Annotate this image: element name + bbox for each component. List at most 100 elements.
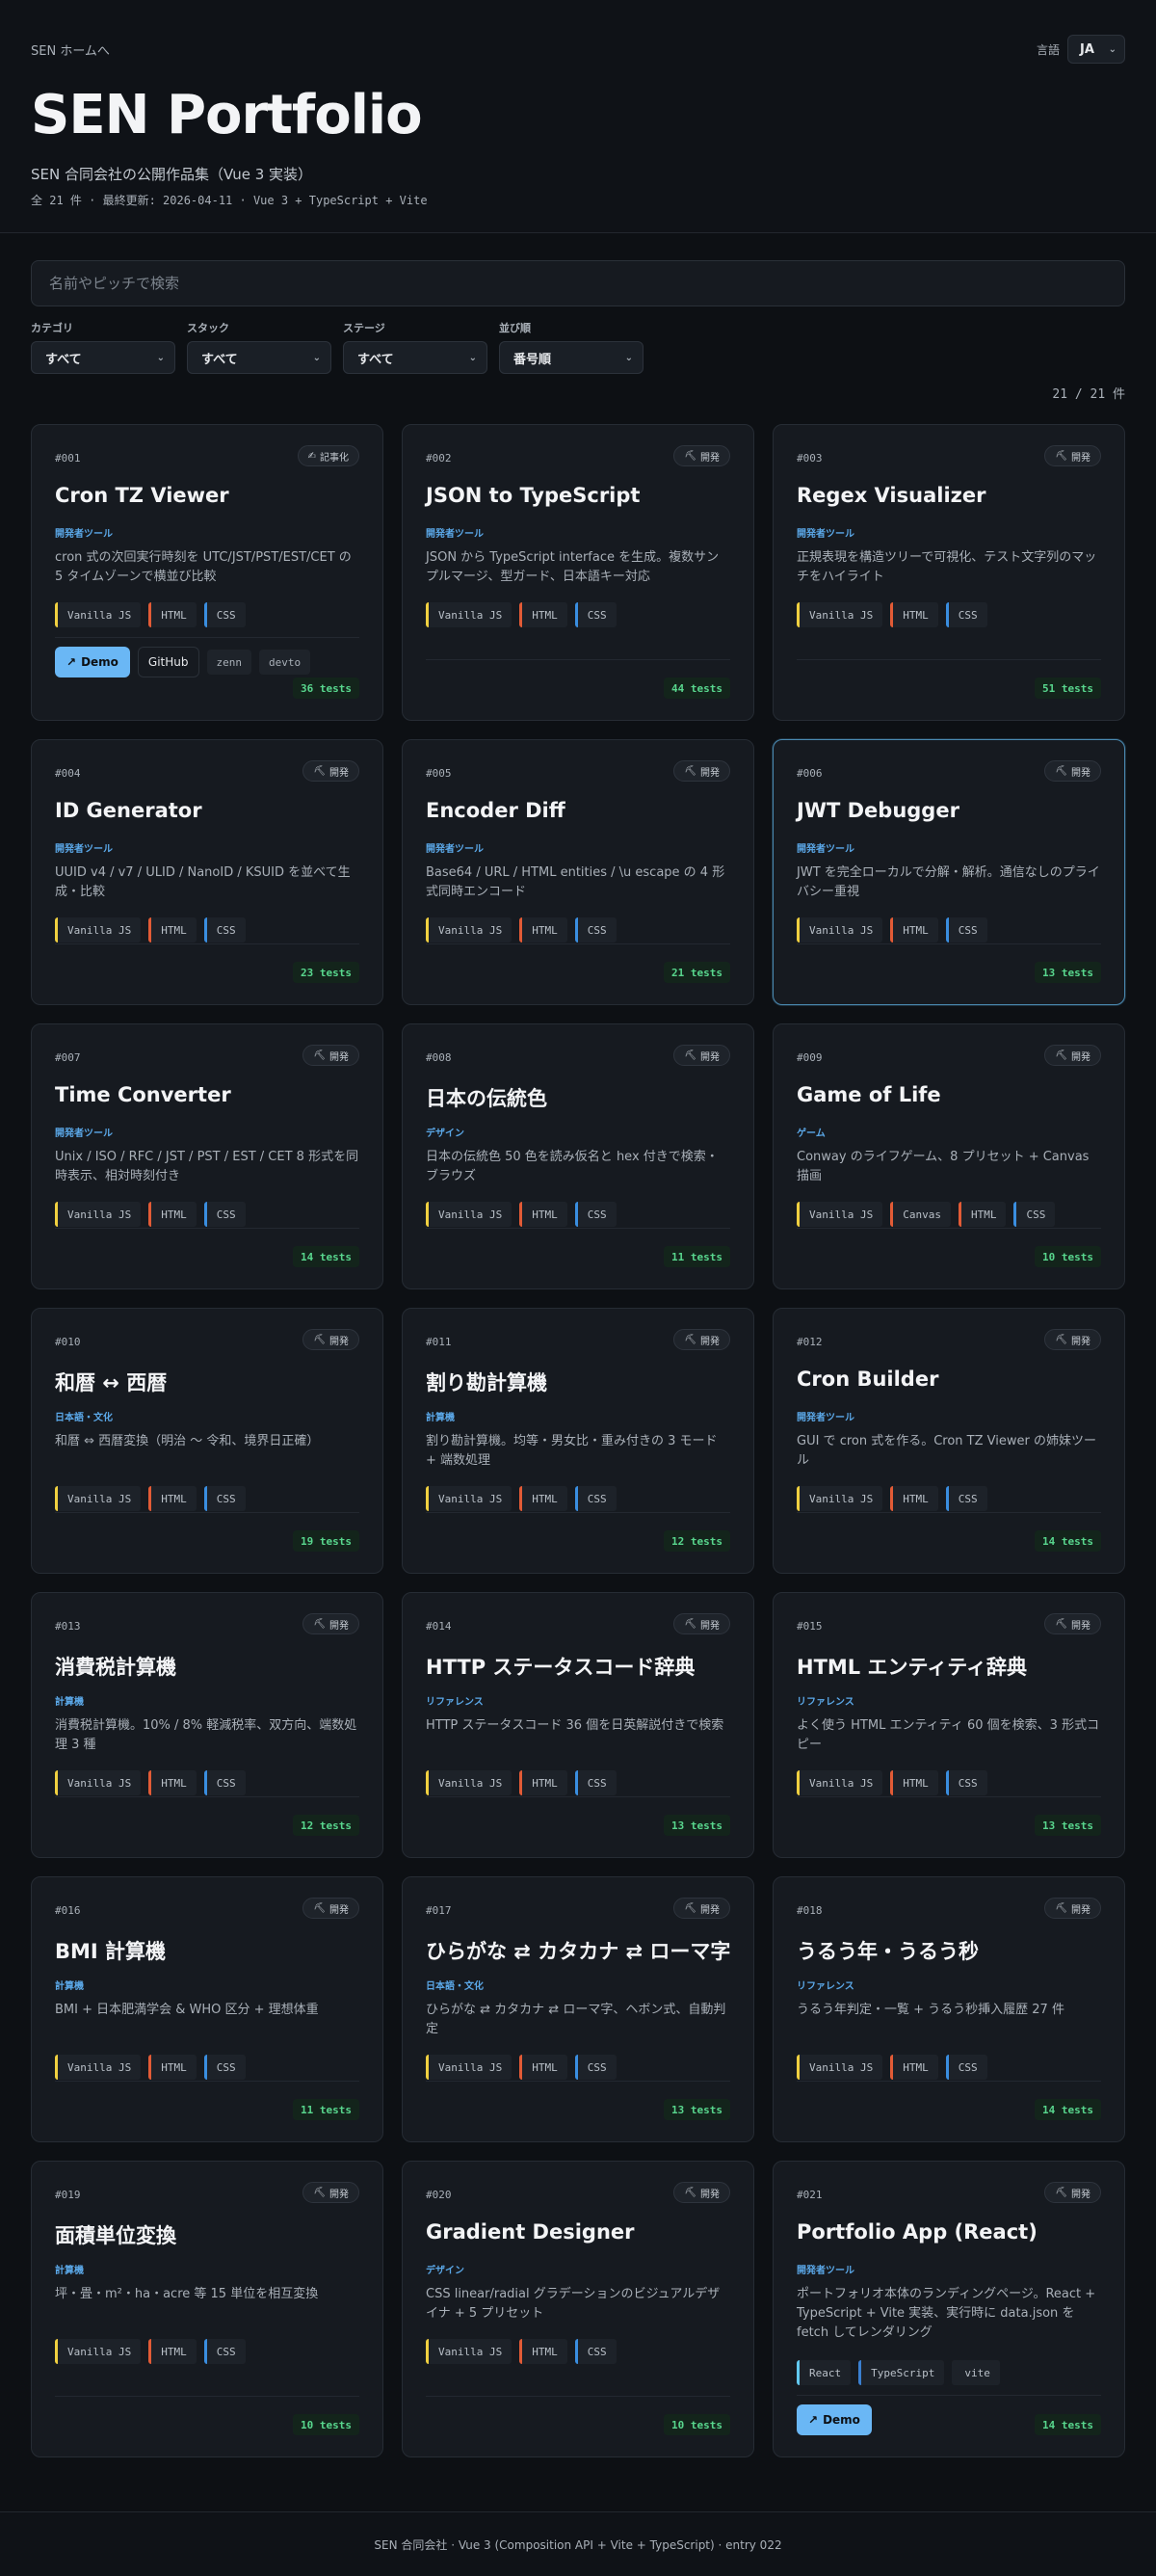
tests-badge: 10 tests (664, 2414, 730, 2435)
tech-chip: Vanilla JS (55, 602, 142, 627)
card-number: #007 (55, 1051, 81, 1064)
project-card[interactable]: #006 ⛏ 開発 JWT Debugger 開発者ツール JWT を完全ローカルで分解・… (773, 739, 1125, 1005)
pick-icon: ⛏ (313, 2187, 326, 2198)
stage-badge: ⛏ 開発 (302, 1045, 359, 1066)
project-card[interactable]: #002 ⛏ 開発 JSON to TypeScript 開発者ツール JSON から T… (402, 424, 754, 721)
tests-badge: 14 tests (1035, 2414, 1101, 2435)
stage-badge: ✍ 記事化 (297, 445, 359, 466)
stage-label: 開発 (700, 1051, 720, 1063)
tech-stack: Vanilla JS HTML CSS (55, 917, 246, 943)
stage-badge: ⛏ 開発 (673, 1898, 730, 1919)
pick-icon: ⛏ (684, 450, 696, 462)
stage-badge: ⛏ 開発 (673, 1045, 730, 1066)
tests-badge: 21 tests (664, 962, 730, 983)
card-description: 割り勘計算機。均等・男女比・重み付きの 3 モード + 端数処理 (426, 1434, 718, 1468)
tech-stack: Vanilla JS HTML CSS (55, 1202, 246, 1227)
card-category: デザイン (426, 1129, 464, 1139)
project-card[interactable]: #017 ⛏ 開発 ひらがな ⇄ カタカナ ⇄ ローマ字 日本語・文化 ひらがな ⇄ カタ… (402, 1876, 754, 2142)
stage-badge: ⛏ 開発 (673, 760, 730, 782)
pick-icon: ⛏ (313, 1049, 326, 1061)
project-card[interactable]: #014 ⛏ 開発 HTTP ステータスコード辞典 リファレンス HTTP ステータスコー… (402, 1592, 754, 1858)
project-card[interactable]: #004 ⛏ 開発 ID Generator 開発者ツール UUID v4 / v7 / … (31, 739, 383, 1005)
tech-chip: CSS (945, 602, 987, 627)
tech-chip: CSS (574, 602, 617, 627)
project-card[interactable]: #001 ✍ 記事化 Cron TZ Viewer 開発者ツール cron 式の次回実行時… (31, 424, 383, 721)
demo-button[interactable]: ↗ Demo (55, 647, 130, 677)
card-description: Unix / ISO / RFC / JST / PST / EST / CET… (55, 1150, 359, 1183)
card-number: #020 (426, 2189, 452, 2201)
search-input[interactable] (31, 260, 1125, 306)
tests-badge: 13 tests (1035, 1815, 1101, 1836)
card-title: Regex Visualizer (797, 484, 986, 507)
pick-icon: ⛏ (1055, 1902, 1067, 1914)
article-link-devto[interactable]: devto (259, 650, 311, 675)
stack-select[interactable]: すべて ⌄ (187, 341, 331, 374)
tech-chip: CSS (945, 917, 987, 943)
project-card[interactable]: #011 ⛏ 開発 割り勘計算機 計算機 割り勘計算機。均等・男女比・重み付きの 3 モー… (402, 1308, 754, 1574)
project-card[interactable]: #020 ⛏ 開発 Gradient Designer デザイン CSS linear/r… (402, 2161, 754, 2457)
stage-badge: ⛏ 開発 (1044, 2182, 1101, 2203)
card-divider (55, 1796, 359, 1797)
card-divider (55, 1228, 359, 1229)
chevron-down-icon: ⌄ (624, 352, 633, 363)
project-card[interactable]: #012 ⛏ 開発 Cron Builder 開発者ツール GUI で cron 式を作る… (773, 1308, 1125, 1574)
card-number: #021 (797, 2189, 823, 2201)
pick-icon: ⛏ (684, 1334, 696, 1345)
card-links: ↗ Demo GitHub zenn devto (55, 647, 311, 677)
tech-chip: HTML (519, 1770, 567, 1795)
tech-chip: Vanilla JS (55, 1486, 142, 1511)
card-description: 日本の伝統色 50 色を読み仮名と hex 付きで検索・ブラウズ (426, 1150, 719, 1183)
card-description: よく使う HTML エンティティ 60 個を検索、3 形式コピー (797, 1718, 1100, 1752)
tech-chip: CSS (203, 917, 246, 943)
filter-bar: カテゴリ すべて ⌄ スタック すべて ⌄ ステージ すべて ⌄ 並び順 番号順 ⌄ (31, 320, 644, 374)
tech-chip: HTML (519, 917, 567, 943)
stage-badge: ⛏ 開発 (1044, 1898, 1101, 1919)
project-card[interactable]: #010 ⛏ 開発 和暦 ↔ 西暦 日本語・文化 和暦 ⇔ 西暦変換（明治 〜 令和、境界… (31, 1308, 383, 1574)
tech-chip: HTML (148, 1770, 197, 1795)
project-card[interactable]: #013 ⛏ 開発 消費税計算機 計算機 消費税計算機。10% / 8% 軽減税率、双方向… (31, 1592, 383, 1858)
card-number: #012 (797, 1336, 823, 1348)
project-card[interactable]: #007 ⛏ 開発 Time Converter 開発者ツール Unix / ISO / … (31, 1023, 383, 1289)
stage-select[interactable]: すべて ⌄ (343, 341, 487, 374)
tech-stack: Vanilla JS Canvas HTML CSS (797, 1202, 1056, 1227)
sort-select[interactable]: 番号順 ⌄ (499, 341, 644, 374)
tech-chip: Vanilla JS (797, 602, 883, 627)
github-link[interactable]: GitHub (137, 647, 199, 677)
card-number: #010 (55, 1336, 81, 1348)
project-grid: #001 ✍ 記事化 Cron TZ Viewer 開発者ツール cron 式の次回実行時… (31, 424, 1125, 2457)
card-divider (797, 659, 1101, 660)
project-card[interactable]: #008 ⛏ 開発 日本の伝統色 デザイン 日本の伝統色 50 色を読み仮名と hex 付… (402, 1023, 754, 1289)
home-link[interactable]: SEN ホームへ (31, 40, 110, 59)
stage-label: 開発 (329, 1904, 349, 1916)
tech-chip: HTML (519, 2055, 567, 2080)
project-card[interactable]: #015 ⛏ 開発 HTML エンティティ辞典 リファレンス よく使う HTML エンティ… (773, 1592, 1125, 1858)
filter-sort: 並び順 番号順 ⌄ (499, 320, 644, 374)
card-divider (426, 2396, 730, 2397)
article-link-zenn[interactable]: zenn (206, 650, 252, 675)
project-card[interactable]: #018 ⛏ 開発 うるう年・うるう秒 リファレンス うるう年判定・一覧 + うるう秒挿入… (773, 1876, 1125, 2142)
card-description: cron 式の次回実行時刻を UTC/JST/PST/EST/CET の 5 タ… (55, 550, 352, 584)
project-card[interactable]: #021 ⛏ 開発 Portfolio App (React) 開発者ツール ポートフォリ… (773, 2161, 1125, 2457)
project-card[interactable]: #009 ⛏ 開発 Game of Life ゲーム Conway のライフゲーム、8 プ… (773, 1023, 1125, 1289)
project-card[interactable]: #016 ⛏ 開発 BMI 計算機 計算機 BMI + 日本肥満学会 & WHO 区分 +… (31, 1876, 383, 2142)
tests-badge: 13 tests (664, 1815, 730, 1836)
demo-button[interactable]: ↗ Demo (797, 2404, 872, 2435)
tech-chip: HTML (519, 1486, 567, 1511)
project-card[interactable]: #003 ⛏ 開発 Regex Visualizer 開発者ツール 正規表現を構造ツリーで… (773, 424, 1125, 721)
tests-badge: 51 tests (1035, 677, 1101, 699)
pick-icon: ⛏ (313, 1618, 326, 1630)
card-description: 和暦 ⇔ 西暦変換（明治 〜 令和、境界日正確） (55, 1434, 320, 1448)
language-select[interactable]: JA ⌄ (1067, 35, 1125, 64)
tech-chip: CSS (574, 2339, 617, 2364)
card-category: 日本語・文化 (55, 1413, 113, 1423)
tests-badge: 10 tests (293, 2414, 359, 2435)
tech-stack: Vanilla JS HTML CSS (55, 1486, 246, 1511)
project-card[interactable]: #019 ⛏ 開発 面積単位変換 計算機 坪・畳・m²・ha・acre 等 15 単位を相… (31, 2161, 383, 2457)
stage-label: 開発 (1071, 1904, 1090, 1916)
card-number: #008 (426, 1051, 452, 1064)
project-card[interactable]: #005 ⛏ 開発 Encoder Diff 開発者ツール Base64 / URL / … (402, 739, 754, 1005)
card-title: 割り勘計算機 (426, 1371, 547, 1394)
pick-icon: ⛏ (684, 1902, 696, 1914)
tech-stack: Vanilla JS HTML CSS (426, 2055, 617, 2080)
category-select[interactable]: すべて ⌄ (31, 341, 175, 374)
